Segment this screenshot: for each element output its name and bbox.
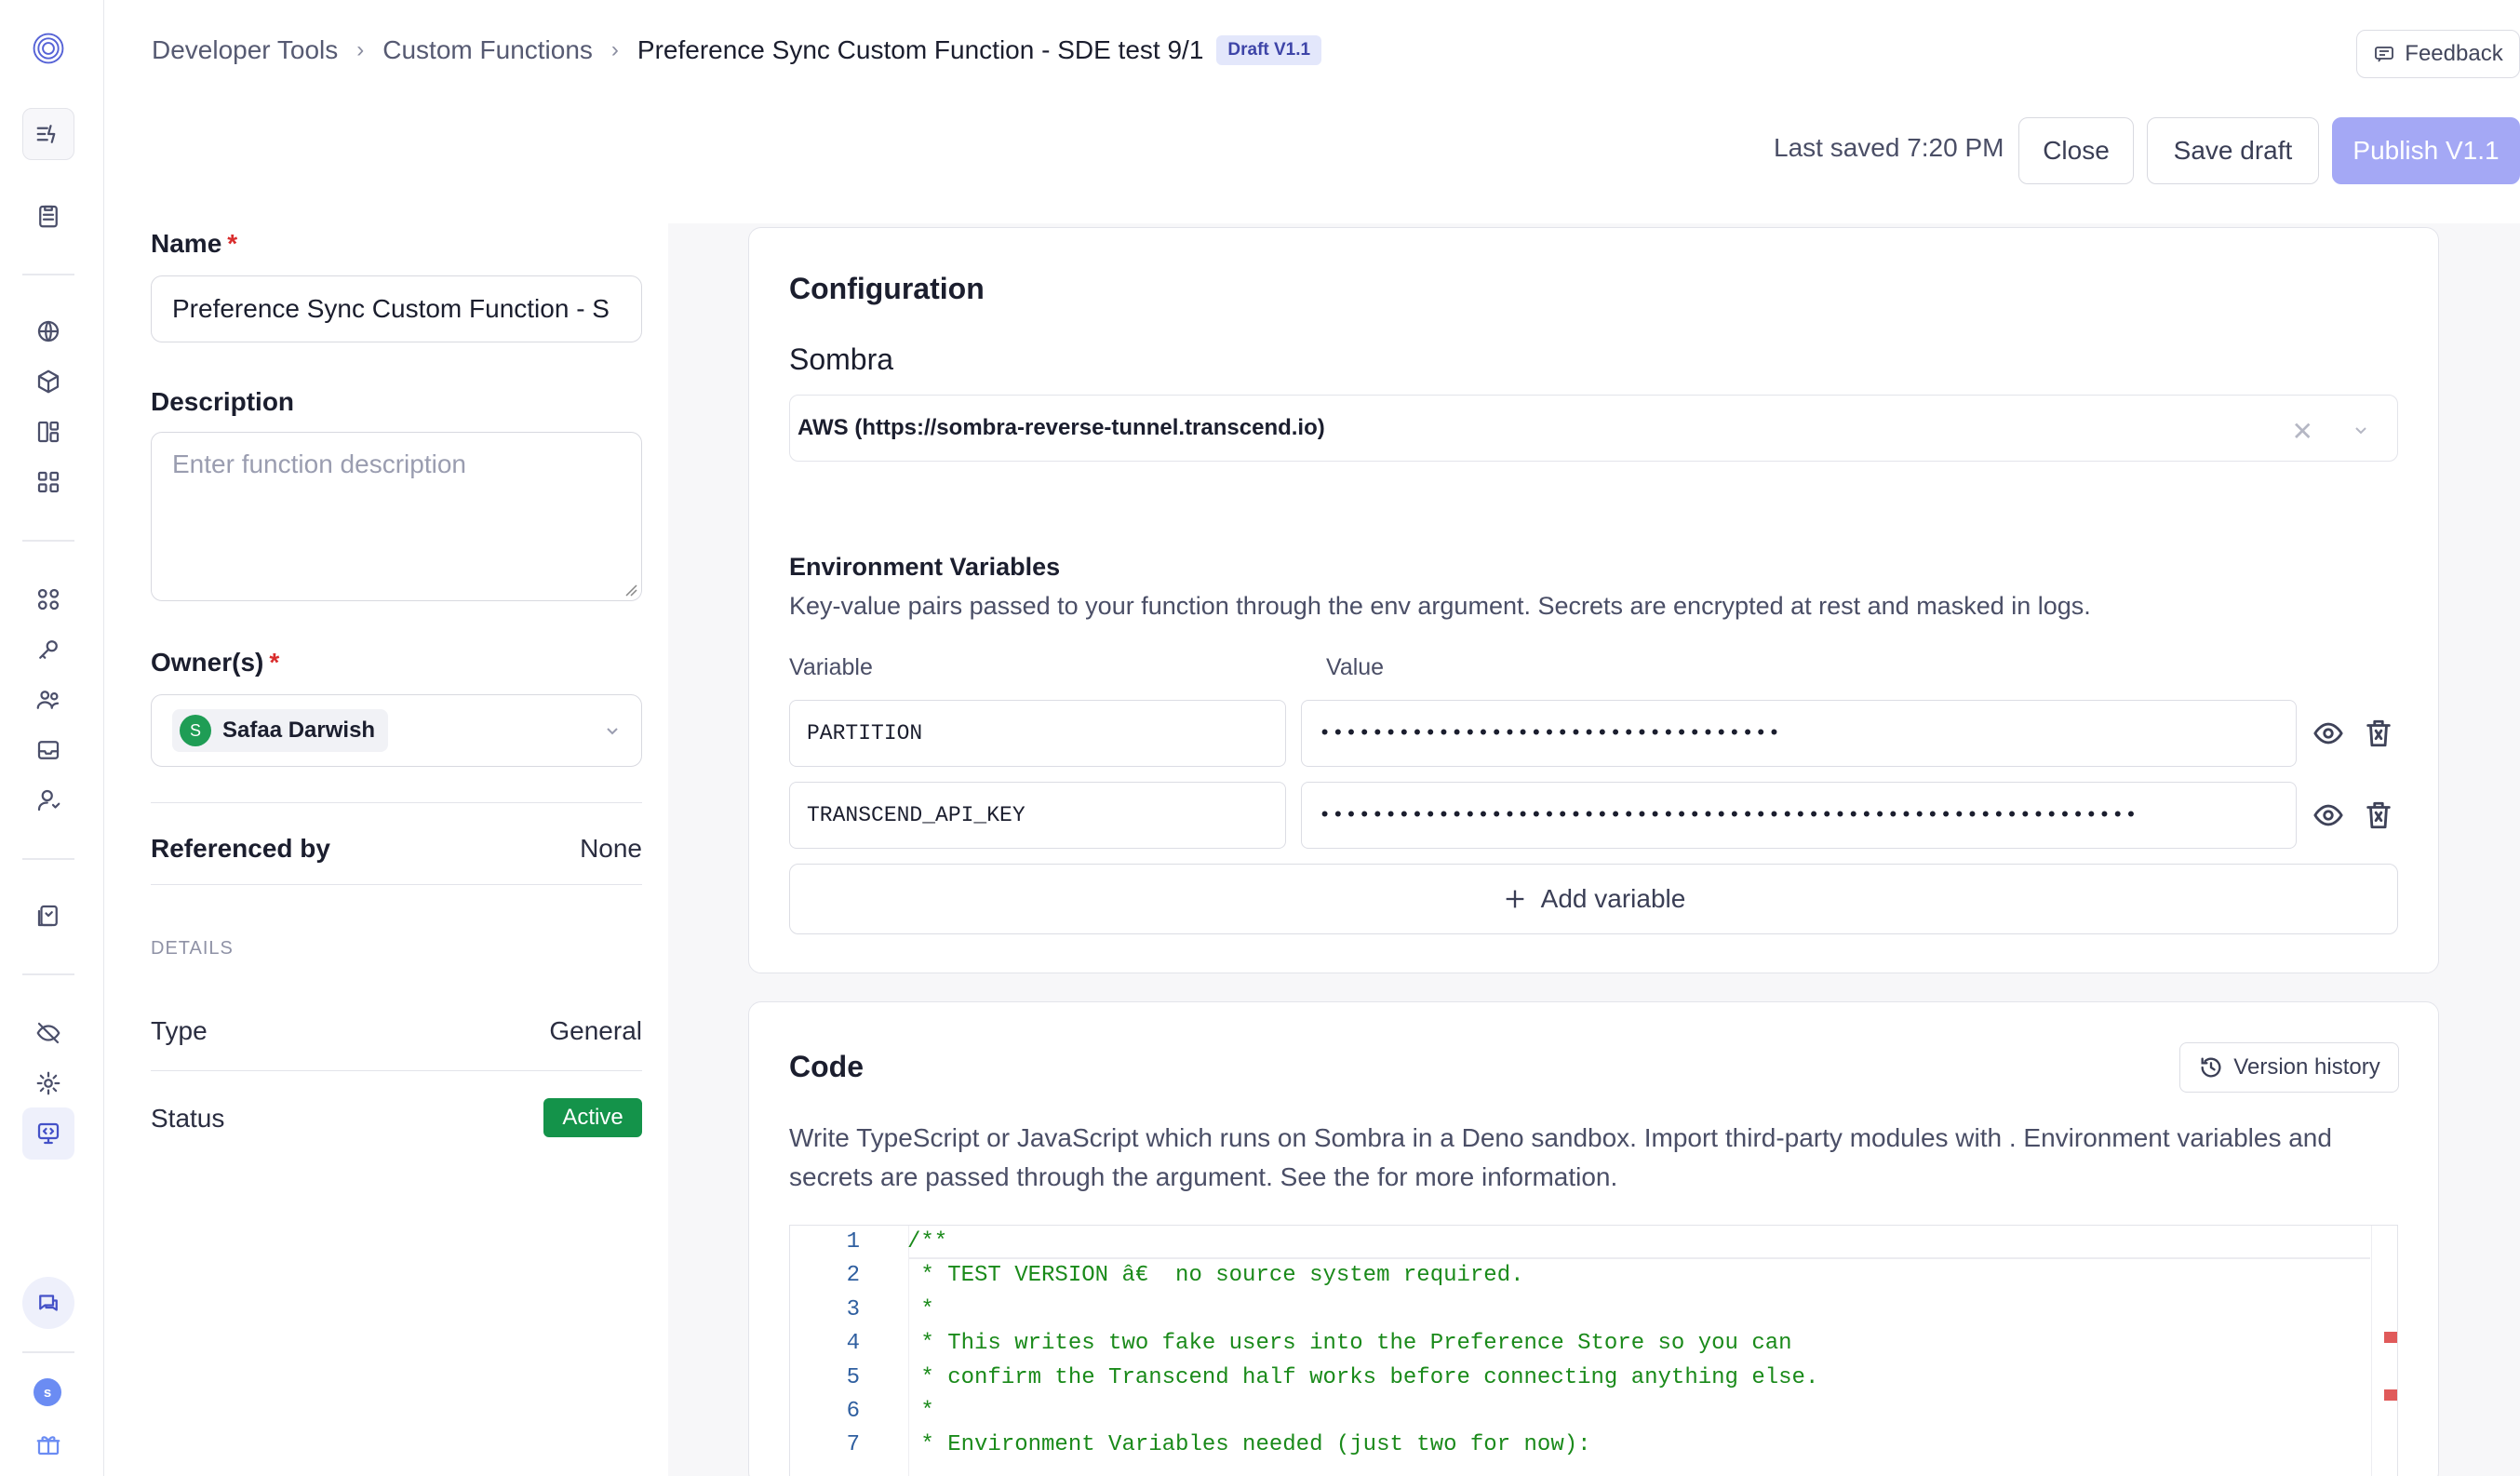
gear-icon[interactable] xyxy=(22,1057,74,1109)
line-number: 4 xyxy=(846,1331,860,1357)
user-avatar[interactable]: s xyxy=(34,1378,61,1406)
env-vars-description: Key-value pairs passed to your function … xyxy=(789,592,2091,620)
code-line[interactable]: * TEST VERSION â€ no source system requi… xyxy=(907,1263,1523,1288)
close-button[interactable]: Close xyxy=(2018,117,2134,184)
code-line[interactable]: * xyxy=(907,1399,933,1424)
code-line[interactable]: * confirm the Transcend half works befor… xyxy=(907,1365,1818,1390)
owners-select[interactable]: S Safaa Darwish xyxy=(151,694,642,767)
eye-icon[interactable] xyxy=(2310,797,2347,834)
referenced-by-label: Referenced by xyxy=(151,834,330,863)
trash-icon[interactable] xyxy=(2360,715,2397,752)
env-variable-name-input[interactable]: TRANSCEND_API_KEY xyxy=(789,782,1286,849)
status-label: Status xyxy=(151,1104,225,1133)
plus-icon xyxy=(1506,890,1524,908)
inbox-icon[interactable] xyxy=(22,724,74,776)
sombra-value: AWS (https://sombra-reverse-tunnel.trans… xyxy=(798,415,1325,440)
left-rail: s xyxy=(0,0,104,1476)
owner-chip[interactable]: S Safaa Darwish xyxy=(172,709,389,752)
breadcrumb: Developer Tools › Custom Functions › Pre… xyxy=(152,35,1322,65)
people-icon[interactable] xyxy=(22,674,74,726)
breadcrumb-current: Preference Sync Custom Function - SDE te… xyxy=(637,35,1204,64)
sombra-label: Sombra xyxy=(789,342,894,376)
code-title: Code xyxy=(789,1050,864,1083)
apps-grid-icon[interactable] xyxy=(22,456,74,508)
eye-off-icon[interactable] xyxy=(22,1007,74,1059)
details-heading: DETAILS xyxy=(151,938,234,959)
line-number: 6 xyxy=(846,1399,860,1424)
integrations-icon[interactable] xyxy=(22,573,74,625)
save-draft-button[interactable]: Save draft xyxy=(2147,117,2319,184)
env-variable-name-input[interactable]: PARTITION xyxy=(789,700,1286,767)
owner-avatar: S xyxy=(180,715,211,746)
breadcrumb-separator-icon: › xyxy=(356,37,365,62)
code-line[interactable]: * xyxy=(907,1297,933,1322)
transcend-logo-icon[interactable] xyxy=(22,22,74,74)
clear-icon[interactable]: ✕ xyxy=(2292,416,2313,447)
code-line[interactable]: /** xyxy=(907,1229,947,1255)
eye-icon[interactable] xyxy=(2310,715,2347,752)
resize-grip-icon[interactable] xyxy=(624,584,637,597)
description-label: Description xyxy=(151,387,295,416)
globe-icon[interactable] xyxy=(22,305,74,357)
version-history-button[interactable]: Version history xyxy=(2179,1042,2399,1093)
type-label: Type xyxy=(151,1016,208,1045)
description-textarea[interactable]: Enter function description xyxy=(151,432,642,601)
code-line[interactable]: * This writes two fake users into the Pr… xyxy=(907,1331,1791,1356)
gift-icon[interactable] xyxy=(22,1418,74,1470)
configuration-title: Configuration xyxy=(789,272,985,305)
version-history-label: Version history xyxy=(2233,1054,2380,1080)
breadcrumb-separator-icon: › xyxy=(610,37,619,62)
consent-key-icon[interactable] xyxy=(22,624,74,676)
owner-name: Safaa Darwish xyxy=(222,718,376,743)
line-number: 3 xyxy=(846,1296,860,1322)
publish-button[interactable]: Publish V1.1 xyxy=(2332,117,2520,184)
user-settings-icon[interactable] xyxy=(22,774,74,826)
error-marker xyxy=(2384,1389,2397,1401)
feedback-button[interactable]: Feedback xyxy=(2356,30,2520,78)
code-line[interactable]: * Environment Variables needed (just two… xyxy=(907,1432,1590,1457)
owners-label: Owner(s) * xyxy=(151,648,280,677)
chat-icon[interactable] xyxy=(22,1277,74,1329)
editor-scrollbar[interactable] xyxy=(2371,1226,2397,1476)
type-value: General xyxy=(549,1016,642,1045)
code-description: Write TypeScript or JavaScript which run… xyxy=(789,1123,2332,1191)
line-number-gutter: 1 2 3 4 5 6 7 xyxy=(790,1226,909,1476)
error-marker xyxy=(2384,1332,2397,1343)
chevron-down-icon[interactable] xyxy=(2352,422,2369,438)
env-variable-value-input[interactable]: ••••••••••••••••••••••••••••••••••• xyxy=(1301,700,2297,767)
feedback-icon xyxy=(2375,47,2394,62)
name-input[interactable]: Preference Sync Custom Function - S xyxy=(151,275,642,342)
collapse-sidebar-icon[interactable] xyxy=(22,108,74,160)
value-column-header: Value xyxy=(1326,654,1385,680)
breadcrumb-developer-tools[interactable]: Developer Tools xyxy=(152,35,338,65)
line-number: 1 xyxy=(846,1229,860,1255)
variable-column-header: Variable xyxy=(789,654,873,680)
developer-tools-icon[interactable] xyxy=(22,1107,74,1160)
env-variable-value-input[interactable]: ••••••••••••••••••••••••••••••••••••••••… xyxy=(1301,782,2297,849)
chevron-down-icon xyxy=(607,728,618,735)
line-number: 7 xyxy=(846,1432,860,1458)
data-map-icon[interactable] xyxy=(22,406,74,458)
feedback-label: Feedback xyxy=(2405,41,2503,66)
trash-icon[interactable] xyxy=(2360,797,2397,834)
line-number: 5 xyxy=(846,1364,860,1390)
sombra-select[interactable]: AWS (https://sombra-reverse-tunnel.trans… xyxy=(789,395,2398,462)
add-variable-button[interactable]: Add variable xyxy=(789,864,2398,934)
history-icon xyxy=(2201,1057,2221,1078)
cube-icon[interactable] xyxy=(22,356,74,408)
code-editor[interactable]: 1 2 3 4 5 6 7 /** * TEST VERSION â€ no source … xyxy=(789,1225,2398,1476)
env-vars-title: Environment Variables xyxy=(789,553,1061,581)
assessments-icon[interactable] xyxy=(22,890,74,942)
draft-version-badge: Draft V1.1 xyxy=(1216,35,1322,65)
referenced-by-value: None xyxy=(580,834,642,863)
status-badge: Active xyxy=(543,1098,642,1137)
breadcrumb-custom-functions[interactable]: Custom Functions xyxy=(382,35,593,65)
name-label: Name * xyxy=(151,229,238,258)
add-variable-label: Add variable xyxy=(1540,884,1686,913)
clipboard-icon[interactable] xyxy=(22,190,74,242)
last-saved-text: Last saved 7:20 PM xyxy=(1774,133,2004,162)
line-number: 2 xyxy=(846,1263,860,1289)
